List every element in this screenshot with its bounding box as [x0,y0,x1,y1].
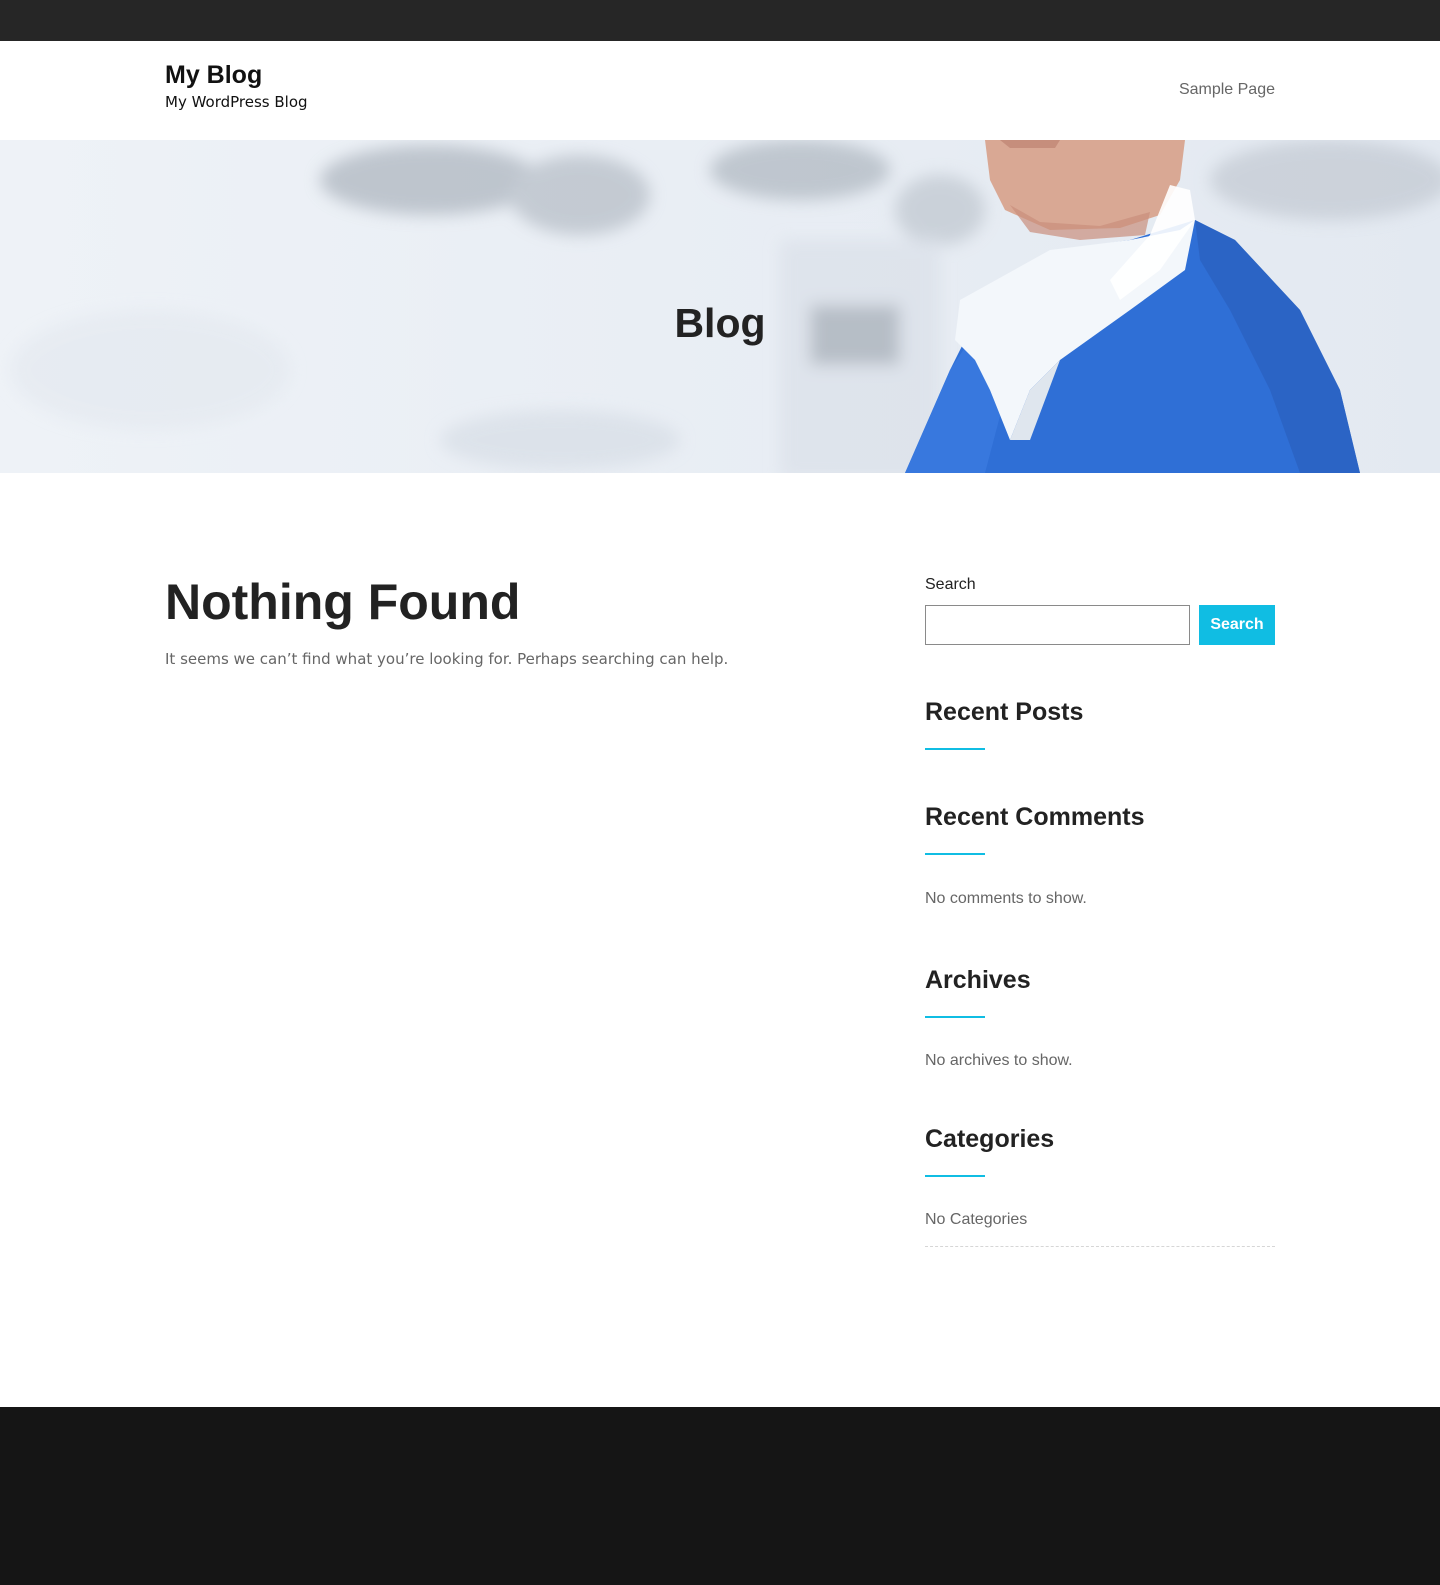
hero-title: Blog [674,300,766,346]
search-button[interactable]: Search [1199,605,1275,645]
widget-title-recent-comments: Recent Comments [925,803,1145,831]
search-label: Search [925,576,976,593]
widget-title-categories: Categories [925,1125,1055,1153]
widget-underline [925,1175,985,1177]
widget-underline [925,853,985,855]
site-title-link[interactable]: My Blog [165,61,262,90]
widget-title-recent-posts: Recent Posts [925,698,1084,726]
not-found-message: It seems we can’t find what you’re looki… [165,650,729,668]
recent-comments-empty: No comments to show. [925,890,1087,907]
top-bar [0,0,1440,41]
nav-item-sample-page[interactable]: Sample Page [1179,81,1275,99]
categories-empty: No Categories [925,1211,1028,1228]
hero-banner: Blog [0,140,1440,473]
widget-underline [925,1016,985,1018]
divider [925,1246,1275,1247]
site-footer [0,1407,1440,1585]
widget-title-archives: Archives [925,966,1031,994]
site-header: My Blog My WordPress Blog Sample Page [0,41,1440,140]
site-tagline: My WordPress Blog [165,93,308,111]
archives-empty: No archives to show. [925,1052,1073,1069]
widget-underline [925,748,985,750]
page-heading: Nothing Found [165,574,521,630]
search-input[interactable] [925,605,1190,645]
